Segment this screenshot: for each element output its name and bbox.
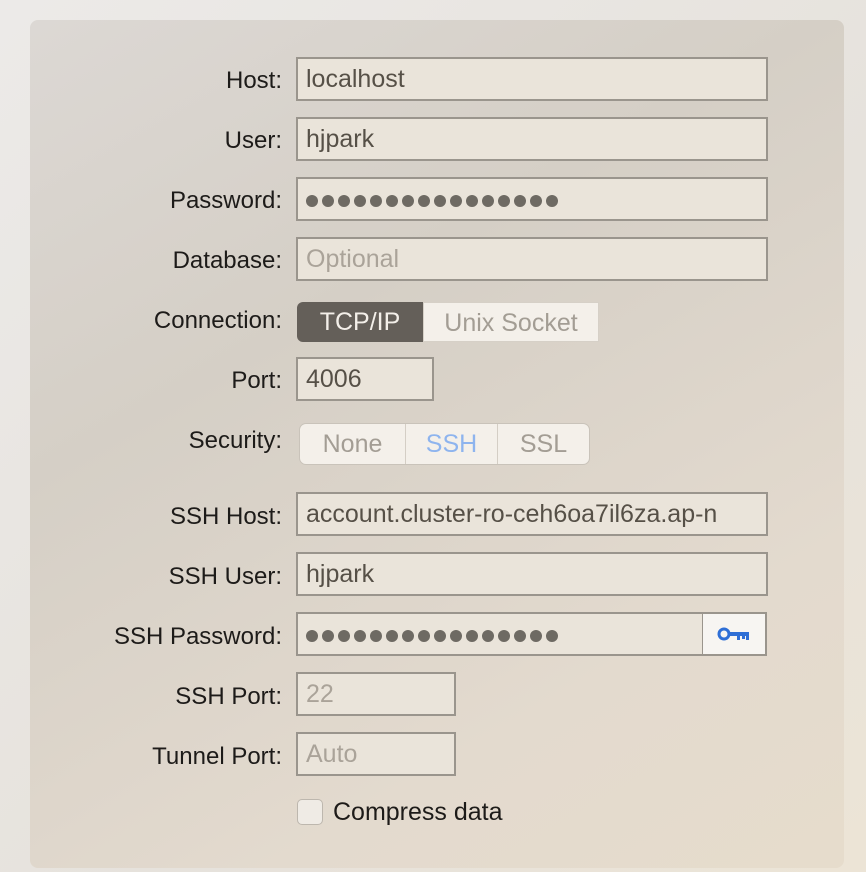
mask-dot [370,195,382,208]
password-field[interactable] [296,177,768,221]
security-option-none[interactable]: None [300,424,405,464]
password-mask [306,187,562,212]
tunnel-port-field[interactable]: Auto [296,732,456,776]
security-label: Security: [188,427,282,454]
ssh-user-field[interactable]: hjpark [296,552,768,596]
mask-dot [546,630,558,643]
connection-option-tcpip[interactable]: TCP/IP [297,302,423,342]
ssh-user-label: SSH User: [168,563,282,590]
mask-dot [338,630,350,643]
ssh-host-label: SSH Host: [169,503,282,530]
host-field[interactable]: localhost [296,57,768,101]
mask-dot [434,630,446,643]
mask-dot [322,630,334,643]
connection-option-unix-socket[interactable]: Unix Socket [423,302,599,342]
mask-dot [418,630,430,643]
mask-dot [546,195,558,208]
user-field[interactable]: hjpark [296,117,768,161]
mask-dot [450,195,462,208]
mask-dot [418,195,430,208]
mask-dot [498,195,510,208]
mask-dot [322,195,334,208]
mask-dot [514,630,526,643]
ssh-password-field[interactable] [296,612,704,656]
key-icon [717,627,749,641]
ssh-host-field[interactable]: account.cluster-ro-ceh6oa7il6za.ap-n [296,492,768,536]
connection-label: Connection: [153,307,282,334]
security-option-ssl[interactable]: SSL [497,424,589,464]
user-label: User: [224,127,282,154]
ssh-port-field[interactable]: 22 [296,672,456,716]
mask-dot [354,195,366,208]
mask-dot [306,195,318,208]
mask-dot [530,195,542,208]
compress-data-label: Compress data [333,798,503,826]
ssh-key-button[interactable] [703,612,767,656]
mask-dot [386,195,398,208]
mask-dot [466,630,478,643]
mask-dot [482,630,494,643]
mask-dot [354,630,366,643]
mask-dot [498,630,510,643]
host-label: Host: [225,67,282,94]
password-label: Password: [169,187,282,214]
tunnel-port-label: Tunnel Port: [152,743,282,770]
mask-dot [402,630,414,643]
mask-dot [386,630,398,643]
database-field[interactable]: Optional [296,237,768,281]
security-option-ssh[interactable]: SSH [405,424,497,464]
mask-dot [482,195,494,208]
mask-dot [434,195,446,208]
mask-dot [338,195,350,208]
security-segmented-control: None SSH SSL [299,423,590,465]
mask-dot [530,630,542,643]
ssh-port-label: SSH Port: [175,683,282,710]
mask-dot [514,195,526,208]
ssh-password-label: SSH Password: [113,623,282,650]
connection-segmented-control: TCP/IP Unix Socket [297,302,599,342]
database-label: Database: [172,247,282,274]
ssh-password-mask [306,622,562,647]
port-label: Port: [231,367,282,394]
port-field[interactable]: 4006 [296,357,434,401]
mask-dot [402,195,414,208]
mask-dot [466,195,478,208]
mask-dot [370,630,382,643]
compress-data-checkbox[interactable] [297,799,323,825]
mask-dot [306,630,318,643]
mask-dot [450,630,462,643]
